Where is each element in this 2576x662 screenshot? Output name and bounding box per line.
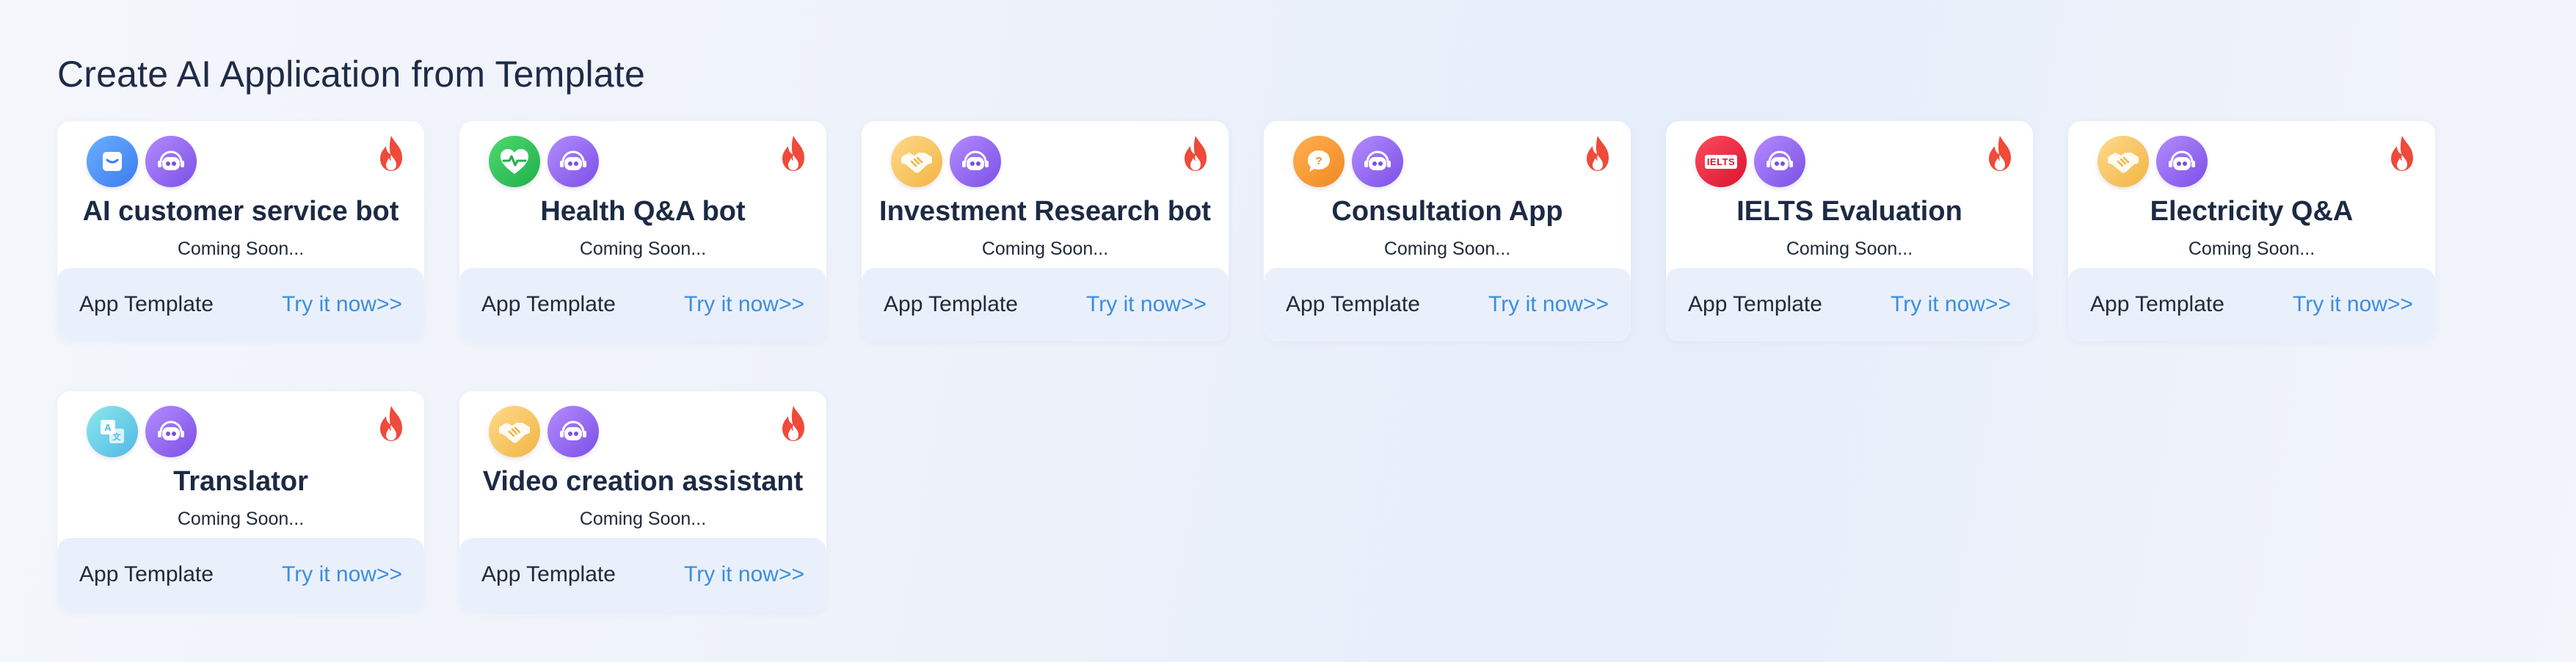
- template-card-translator[interactable]: A文 Translator Coming Soon... App Templat…: [57, 391, 424, 611]
- try-it-now-link[interactable]: Try it now>>: [1891, 292, 2011, 317]
- try-it-now-link[interactable]: Try it now>>: [1488, 292, 1609, 317]
- hot-fire-icon: [2387, 134, 2417, 176]
- app-template-label: App Template: [79, 292, 214, 316]
- hot-fire-icon: [1582, 134, 1613, 176]
- hot-fire-icon: [778, 404, 809, 446]
- card-icons: A文: [87, 406, 197, 457]
- try-it-now-link[interactable]: Try it now>>: [684, 292, 804, 317]
- card-title: IELTS Evaluation: [1736, 196, 1962, 227]
- card-footer: App Template Try it now>>: [2068, 268, 2435, 341]
- card-footer: App Template Try it now>>: [459, 538, 826, 611]
- template-card-health-qa-bot[interactable]: Health Q&A bot Coming Soon... App Templa…: [459, 121, 826, 341]
- card-status: Coming Soon...: [1383, 239, 1511, 259]
- card-status: Coming Soon...: [579, 509, 707, 529]
- bot-icon: [1352, 136, 1403, 187]
- template-grid: AI customer service bot Coming Soon... A…: [57, 121, 2450, 611]
- handshake-icon: [891, 136, 942, 187]
- card-footer: App Template Try it now>>: [57, 538, 424, 611]
- card-icons: [87, 136, 197, 187]
- ielts-icon: IELTS: [1695, 136, 1747, 187]
- try-it-now-link[interactable]: Try it now>>: [1086, 292, 1207, 317]
- hot-fire-icon: [376, 404, 407, 446]
- app-template-label: App Template: [1688, 292, 1822, 316]
- bot-icon: [1754, 136, 1805, 187]
- card-title: Health Q&A bot: [540, 196, 746, 227]
- card-title: Video creation assistant: [482, 466, 804, 497]
- hot-fire-icon: [1984, 134, 2015, 176]
- svg-text:文: 文: [113, 432, 122, 442]
- translate-icon: A文: [87, 406, 138, 457]
- card-icons: [489, 136, 599, 187]
- question-bubble-icon: ?: [1293, 136, 1345, 187]
- handshake-icon: [489, 406, 540, 457]
- app-template-label: App Template: [1286, 292, 1420, 316]
- card-title: Electricity Q&A: [2150, 196, 2354, 227]
- card-status: Coming Soon...: [981, 239, 1109, 259]
- template-card-ielts-evaluation[interactable]: IELTS IELTS Evaluation Coming Soon... Ap…: [1666, 121, 2033, 341]
- bot-icon: [2156, 136, 2208, 187]
- ielts-icon-text: IELTS: [1704, 154, 1738, 169]
- bot-icon: [547, 406, 599, 457]
- card-title: Translator: [173, 466, 308, 497]
- card-status: Coming Soon...: [2188, 239, 2315, 259]
- page-title: Create AI Application from Template: [57, 54, 645, 95]
- try-it-now-link[interactable]: Try it now>>: [2293, 292, 2413, 317]
- app-template-label: App Template: [481, 292, 616, 316]
- hot-fire-icon: [1180, 134, 1211, 176]
- card-icons: IELTS: [1695, 136, 1805, 187]
- app-template-label: App Template: [884, 292, 1018, 316]
- heart-pulse-icon: [489, 136, 540, 187]
- card-footer: App Template Try it now>>: [57, 268, 424, 341]
- app-template-label: App Template: [79, 562, 214, 586]
- template-card-electricity-qa[interactable]: Electricity Q&A Coming Soon... App Templ…: [2068, 121, 2435, 341]
- card-icons: ?: [1293, 136, 1403, 187]
- card-footer: App Template Try it now>>: [1264, 268, 1631, 341]
- card-icons: [891, 136, 1001, 187]
- card-footer: App Template Try it now>>: [459, 268, 826, 341]
- card-status: Coming Soon...: [1786, 239, 1913, 259]
- bot-icon: [547, 136, 599, 187]
- handshake-icon: [2097, 136, 2149, 187]
- card-title: Investment Research bot: [879, 196, 1211, 227]
- app-template-label: App Template: [481, 562, 616, 586]
- card-status: Coming Soon...: [177, 239, 305, 259]
- try-it-now-link[interactable]: Try it now>>: [282, 292, 402, 317]
- hot-fire-icon: [778, 134, 809, 176]
- bot-icon: [145, 406, 197, 457]
- card-status: Coming Soon...: [579, 239, 707, 259]
- card-status: Coming Soon...: [177, 509, 305, 529]
- card-icons: [489, 406, 599, 457]
- svg-text:?: ?: [1315, 155, 1322, 167]
- message-icon: [87, 136, 138, 187]
- try-it-now-link[interactable]: Try it now>>: [684, 562, 804, 587]
- template-card-ai-customer-service-bot[interactable]: AI customer service bot Coming Soon... A…: [57, 121, 424, 341]
- template-card-consultation-app[interactable]: ? Consultation App Coming Soon... App Te…: [1264, 121, 1631, 341]
- card-footer: App Template Try it now>>: [862, 268, 1229, 341]
- app-template-label: App Template: [2090, 292, 2224, 316]
- hot-fire-icon: [376, 134, 407, 176]
- svg-text:A: A: [104, 422, 112, 433]
- bot-icon: [950, 136, 1001, 187]
- card-title: Consultation App: [1331, 196, 1563, 227]
- card-title: AI customer service bot: [82, 196, 399, 227]
- try-it-now-link[interactable]: Try it now>>: [282, 562, 402, 587]
- template-card-investment-research-bot[interactable]: Investment Research bot Coming Soon... A…: [862, 121, 1229, 341]
- card-icons: [2097, 136, 2208, 187]
- bot-icon: [145, 136, 197, 187]
- template-card-video-creation-assistant[interactable]: Video creation assistant Coming Soon... …: [459, 391, 826, 611]
- card-footer: App Template Try it now>>: [1666, 268, 2033, 341]
